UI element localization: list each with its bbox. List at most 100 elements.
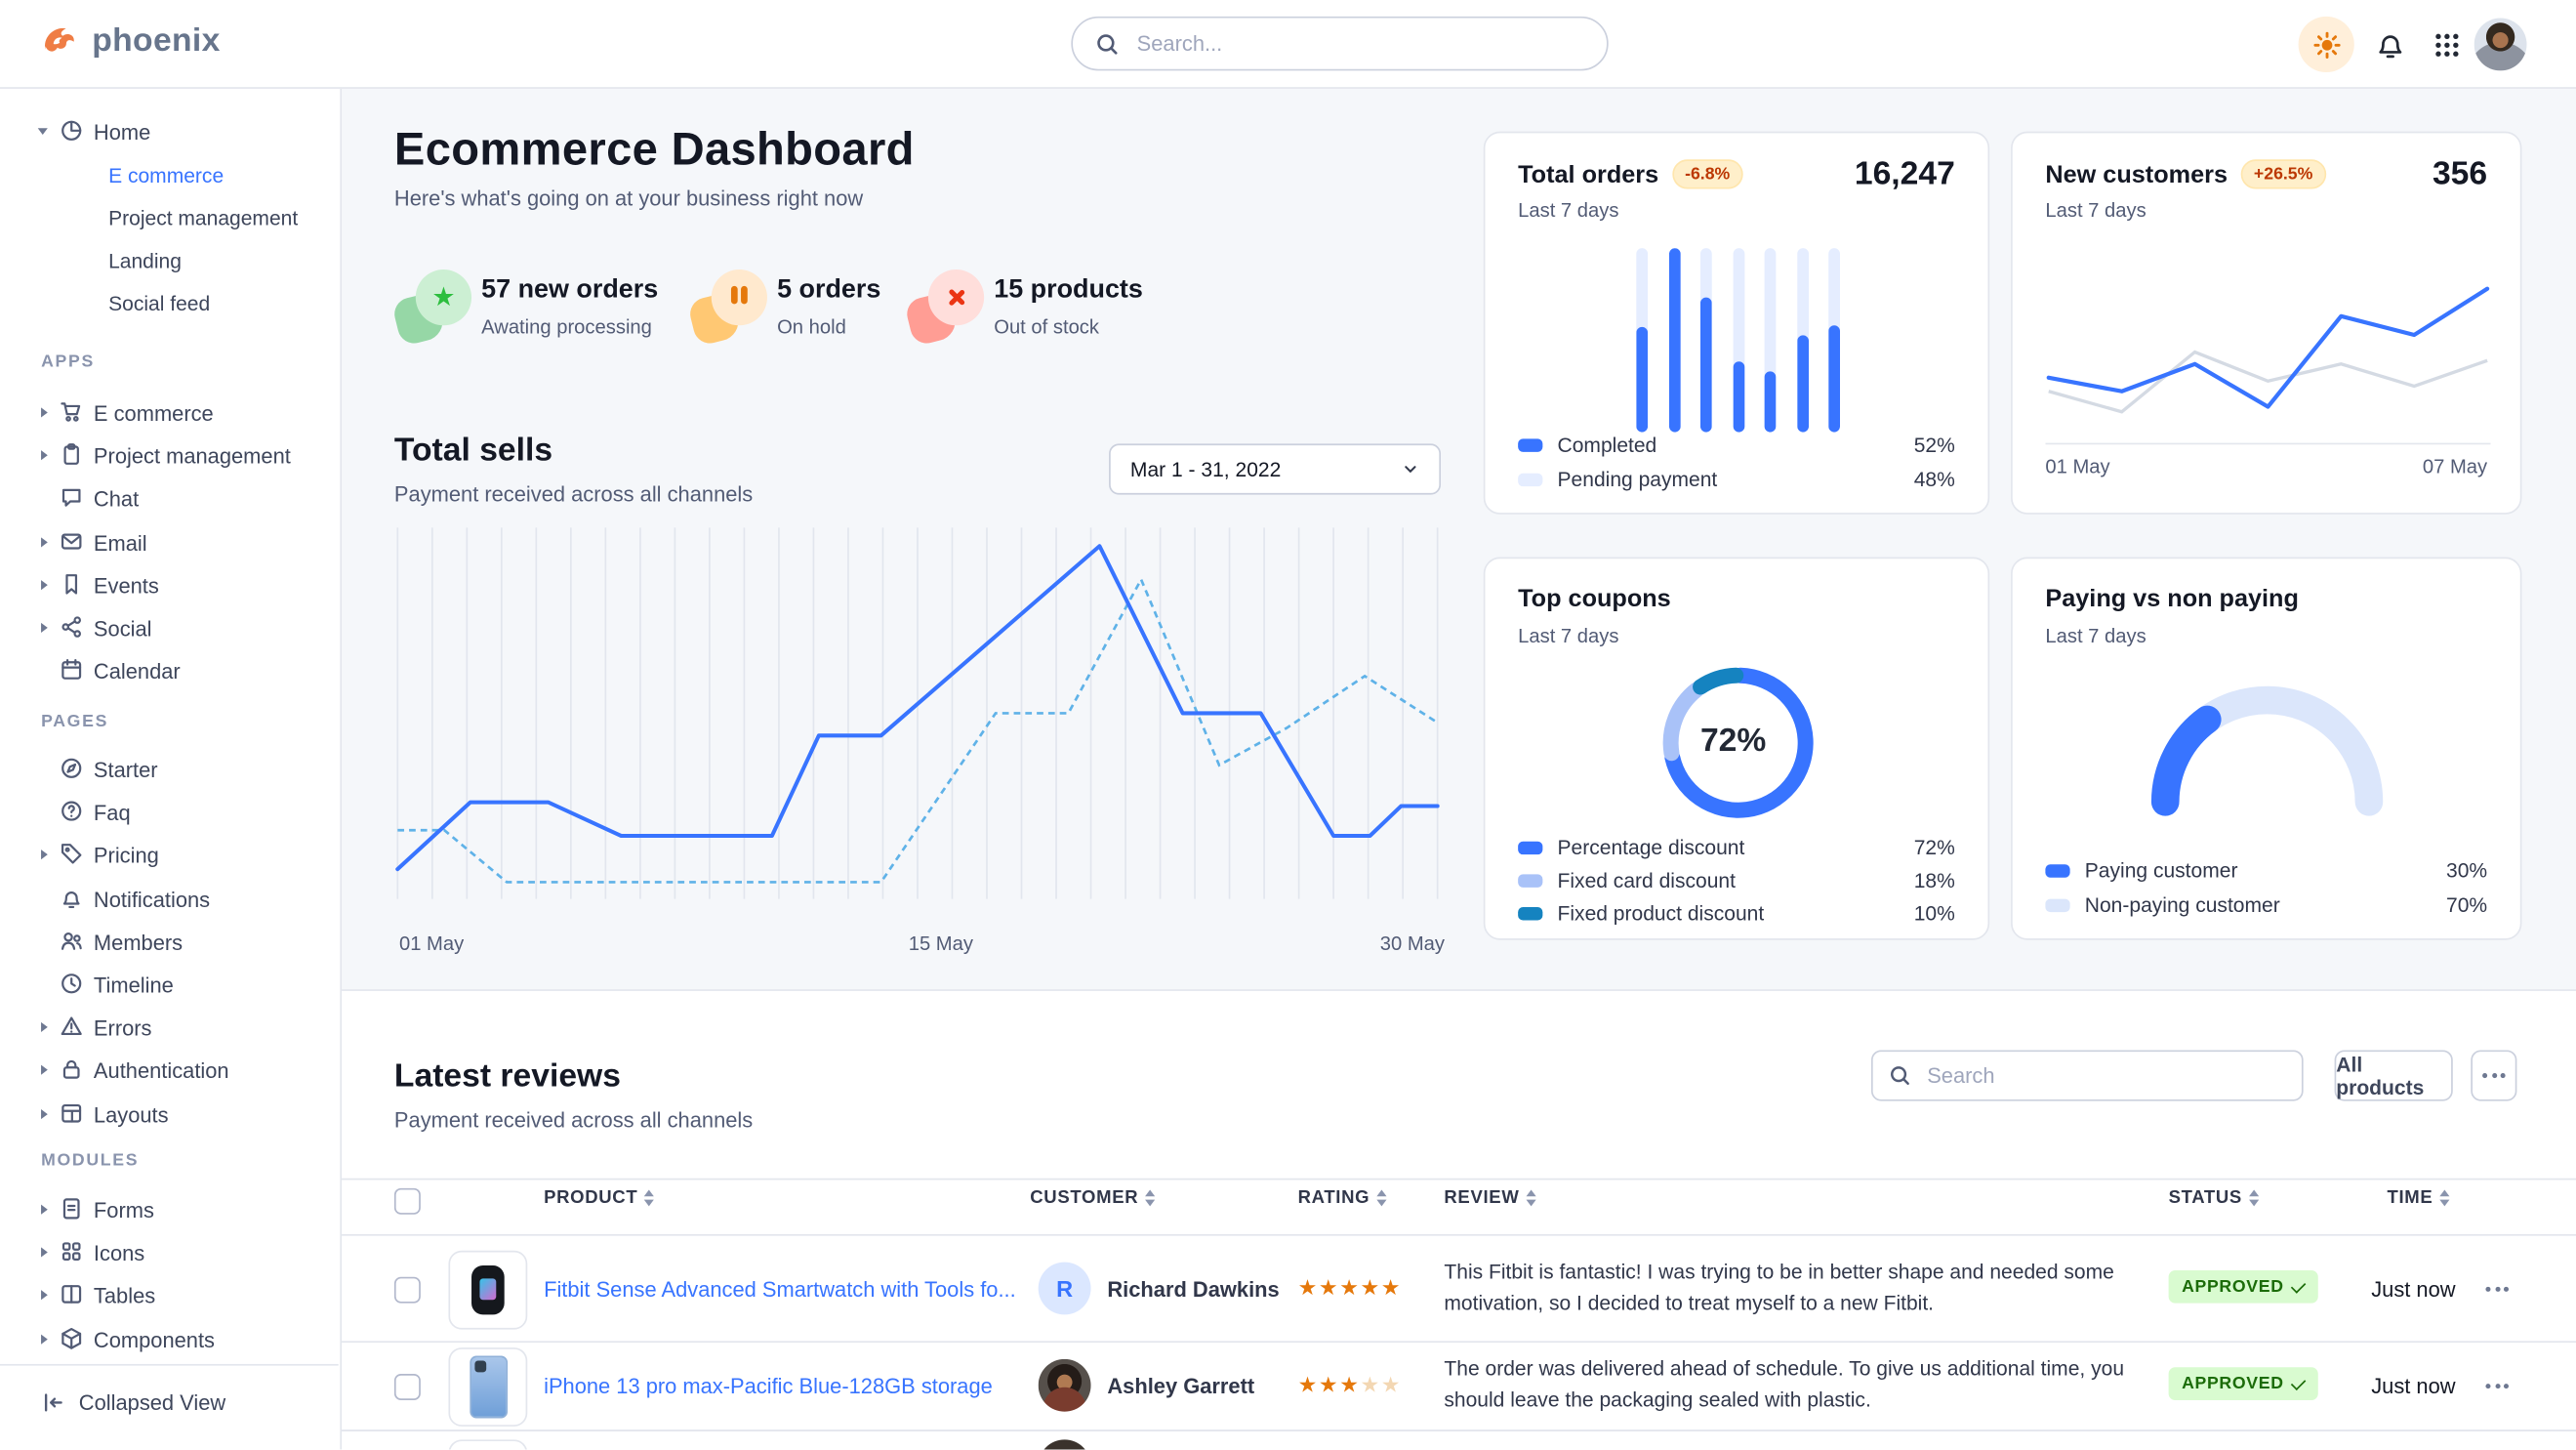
sidebar-item-social-feed[interactable]: Social feed [0,288,340,321]
donut-center-label: 72% [1700,724,1766,762]
latest-reviews-section: Latest reviews Payment received across a… [340,989,2576,1449]
sort-icon [1145,1190,1155,1206]
paying-gauge-chart [2128,661,2407,817]
product-link[interactable]: Fitbit Sense Advanced Smartwatch with To… [544,1277,1016,1302]
legend-value: 52% [1914,434,1955,457]
sidebar-item-social[interactable]: Social [0,611,340,644]
sort-icon [644,1190,654,1206]
notifications-button[interactable] [2362,17,2418,72]
question-icon [60,799,84,823]
status-badge: APPROVED [2169,1270,2318,1304]
sidebar-item-components[interactable]: Components [0,1322,340,1355]
sidebar-item-events[interactable]: Events [0,568,340,601]
sidebar-item-faq[interactable]: Faq [0,796,340,829]
reviews-title: Latest reviews [394,1058,621,1097]
theme-toggle-button[interactable] [2299,17,2354,72]
iphone-image [470,1356,508,1419]
sidebar-item-home[interactable]: Home [0,115,340,148]
chevron-down-icon [1402,460,1420,478]
page-subtitle: Here's what's going on at your business … [394,186,863,210]
legend-item: Percentage discount [1518,837,1744,860]
axis-label: 07 May [2423,455,2487,478]
sidebar-item-email[interactable]: Email [0,525,340,559]
select-all-checkbox[interactable] [394,1188,421,1215]
sidebar-item-icons[interactable]: Icons [0,1236,340,1269]
global-search[interactable] [1071,17,1608,71]
sidebar-item-forms[interactable]: Forms [0,1193,340,1226]
sidebar-item-calendar[interactable]: Calendar [0,654,340,687]
legend-item: Pending payment [1518,469,1717,492]
stat-item: ★ 57 new orders Awating processing [396,263,725,354]
bell-icon [2374,28,2407,62]
sidebar-item-starter[interactable]: Starter [0,753,340,786]
legend-value: 48% [1914,469,1955,492]
column-header-product[interactable]: PRODUCT [544,1188,654,1208]
users-icon [60,929,84,953]
new-customers-value: 356 [2433,156,2487,194]
sidebar-item-notifications[interactable]: Notifications [0,882,340,915]
sidebar-item-members[interactable]: Members [0,925,340,958]
column-header-status[interactable]: STATUS [2169,1188,2259,1208]
avatar [1039,1359,1091,1412]
clock-icon [60,972,84,996]
rating-stars: ★★★★★ [1298,1275,1403,1302]
date-range-select[interactable]: Mar 1 - 31, 2022 [1109,443,1441,494]
sidebar-item-authentication[interactable]: Authentication [0,1054,340,1087]
sidebar-item-pricing[interactable]: Pricing [0,839,340,872]
product-thumbnail[interactable] [448,1347,527,1427]
legend-item: Fixed card discount [1518,869,1736,892]
column-header-time[interactable]: TIME [2387,1188,2449,1208]
legend-item: Non-paying customer [2045,894,2279,918]
column-header-review[interactable]: REVIEW [1444,1188,1535,1208]
sidebar-item-e-commerce[interactable]: E commerce [0,159,340,192]
nine-dots-grid-icon [2433,30,2461,59]
column-header-rating[interactable]: RATING [1298,1188,1386,1208]
reviews-subtitle: Payment received across all channels [394,1107,753,1132]
reviews-search-input[interactable] [1924,1061,2285,1090]
global-search-input[interactable] [1133,29,1583,58]
row-checkbox[interactable] [394,1374,421,1400]
sidebar-item-landing[interactable]: Landing [0,245,340,278]
date-range-value: Mar 1 - 31, 2022 [1130,458,1281,481]
sidebar-item-project-management[interactable]: Project management [0,202,340,235]
sidebar-item-tables[interactable]: Tables [0,1279,340,1312]
chevron-down-icon [38,128,48,135]
sidebar-item-project-management[interactable]: Project management [0,439,340,473]
row-menu-button[interactable] [2485,1384,2509,1388]
chevron-right-icon [41,1022,48,1032]
chevron-right-icon [41,850,48,860]
paying-card: Paying vs non paying Last 7 days Paying … [2011,558,2521,940]
sidebar-item-layouts[interactable]: Layouts [0,1098,340,1131]
product-link[interactable]: iPhone 13 pro max-Pacific Blue-128GB sto… [544,1374,993,1398]
divider [340,1429,2576,1431]
row-menu-button[interactable] [2485,1287,2509,1292]
sidebar-item-label: Home [94,120,150,145]
reviews-search[interactable] [1871,1050,2304,1100]
sidebar-item-timeline[interactable]: Timeline [0,968,340,1001]
card-period: Last 7 days [1518,625,1618,648]
legend-item: Fixed product discount [1518,902,1764,926]
total-sells-chart [394,527,1441,919]
sidebar-item-chat[interactable]: Chat [0,482,340,516]
collapsed-view-toggle[interactable]: Collapsed View [41,1390,225,1415]
column-header-customer[interactable]: CUSTOMER [1030,1188,1155,1208]
product-thumbnail[interactable] [448,1251,527,1330]
product-thumbnail [448,1439,527,1449]
lock-icon [60,1057,84,1082]
user-avatar[interactable] [2474,19,2527,71]
more-options-button[interactable] [2471,1050,2516,1100]
top-navbar: phoenix [0,0,2576,89]
phoenix-logo[interactable]: phoenix [39,21,220,62]
apps-grid-button[interactable] [2418,17,2474,72]
trend-badge: -6.8% [1672,159,1743,188]
row-checkbox[interactable] [394,1277,421,1304]
card-period: Last 7 days [1518,199,1618,223]
file-icon [60,1196,84,1221]
all-products-button[interactable]: All products [2335,1050,2453,1100]
new-customers-card: New customers +26.5% 356 Last 7 days 01 … [2011,132,2521,515]
legend-value: 70% [2446,894,2487,918]
orders-bar-chart [1636,248,1840,433]
sidebar-item-errors[interactable]: Errors [0,1011,340,1044]
chevron-right-icon [41,537,48,547]
sidebar-item-e-commerce[interactable]: E commerce [0,396,340,430]
